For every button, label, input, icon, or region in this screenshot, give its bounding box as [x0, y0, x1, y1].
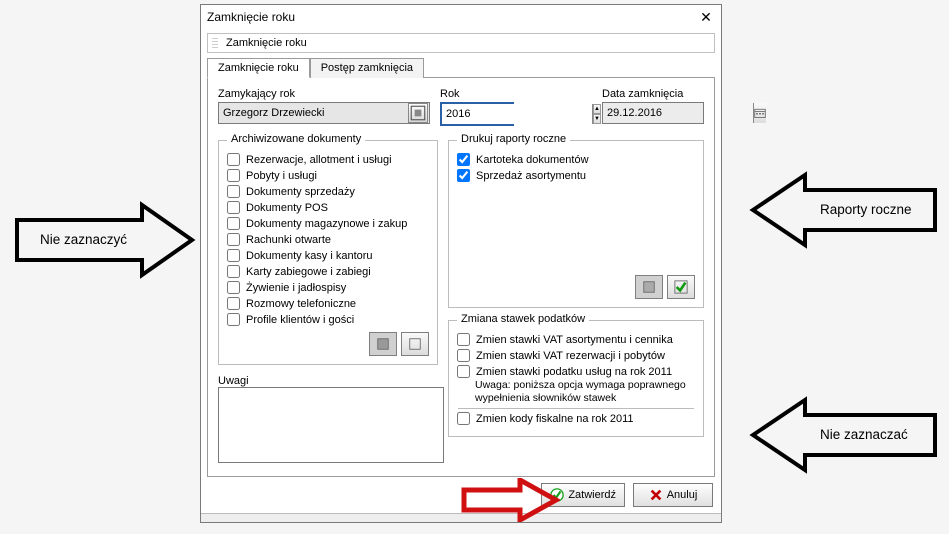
callout-right-bottom: Nie zaznaczać	[745, 395, 940, 475]
group-stawki: Zmiana stawek podatków Zmien stawki VAT …	[448, 320, 704, 437]
report-checkbox-0[interactable]: Kartoteka dokumentów	[457, 153, 695, 166]
group-archiwizowane-legend: Archiwizowane dokumenty	[227, 133, 365, 145]
tab-panel: Zamykający rok Rok ▲ ▼	[207, 77, 715, 477]
user-label: Zamykający rok	[218, 88, 430, 100]
group-raporty-legend: Drukuj raporty roczne	[457, 133, 570, 145]
pointer-arrow-zatwierdz	[460, 478, 560, 525]
callout-right-top-label: Raporty roczne	[820, 202, 912, 217]
window-title: Zamknięcie roku	[207, 10, 295, 24]
year-label: Rok	[440, 88, 514, 100]
separator	[458, 408, 694, 409]
date-label: Data zamknięcia	[602, 88, 704, 100]
tabs-container: Zamknięcie roku Postęp zamknięcia Zamyka…	[207, 57, 715, 477]
tab-zamkniecie-roku[interactable]: Zamknięcie roku	[207, 58, 310, 78]
group-raporty: Drukuj raporty roczne Kartoteka dokument…	[448, 140, 704, 308]
arch-checkbox-6[interactable]: Dokumenty kasy i kantoru	[227, 249, 429, 262]
group-archiwizowane: Archiwizowane dokumenty Rezerwacje, allo…	[218, 140, 438, 365]
arch-checkbox-1[interactable]: Pobyty i usługi	[227, 169, 429, 182]
cancel-icon	[649, 488, 663, 502]
callout-left-label: Nie zaznaczyć	[40, 232, 127, 247]
user-picker-button[interactable]	[408, 103, 428, 123]
dialog-window: Zamknięcie roku ✕ Zamknięcie roku Zamkni…	[200, 4, 722, 523]
uwagi-label: Uwagi	[218, 375, 438, 387]
user-combo[interactable]	[218, 102, 430, 124]
tab-postep-zamkniecia[interactable]: Postęp zamknięcia	[310, 58, 424, 78]
reports-select-all-button[interactable]	[667, 275, 695, 299]
arch-checkbox-9[interactable]: Rozmowy telefoniczne	[227, 297, 429, 310]
date-input[interactable]	[603, 103, 753, 123]
close-icon[interactable]: ✕	[697, 9, 715, 26]
arch-checkbox-3[interactable]: Dokumenty POS	[227, 201, 429, 214]
callout-right-top: Raporty roczne	[745, 170, 940, 250]
stawki-note: Uwaga: poniższa opcja wymaga poprawnego …	[457, 379, 695, 404]
year-up-button[interactable]: ▲	[593, 104, 601, 114]
toolbar-title: Zamknięcie roku	[207, 33, 715, 53]
year-input[interactable]	[442, 104, 592, 124]
chk-kody-fiskalne[interactable]: Zmien kody fiskalne na rok 2011	[457, 412, 695, 425]
arch-select-all-button[interactable]	[369, 332, 397, 356]
group-stawki-legend: Zmiana stawek podatków	[457, 313, 589, 325]
user-input[interactable]	[219, 105, 407, 121]
arch-checkbox-0[interactable]: Rezerwacje, allotment i usługi	[227, 153, 429, 166]
arch-clear-all-button[interactable]	[401, 332, 429, 356]
chk-vat-rezerwacje[interactable]: Zmien stawki VAT rezerwacji i pobytów	[457, 349, 695, 362]
uwagi-textarea[interactable]	[218, 387, 444, 463]
title-bar: Zamknięcie roku ✕	[201, 5, 721, 29]
arch-checkbox-4[interactable]: Dokumenty magazynowe i zakup	[227, 217, 429, 230]
callout-left: Nie zaznaczyć	[12, 200, 197, 280]
chk-podatek-uslug[interactable]: Zmien stawki podatku usług na rok 2011	[457, 365, 695, 378]
calendar-icon[interactable]	[753, 103, 766, 123]
arch-checkbox-5[interactable]: Rachunki otwarte	[227, 233, 429, 246]
report-checkbox-1[interactable]: Sprzedaż asortymentu	[457, 169, 695, 182]
date-field[interactable]	[602, 102, 704, 124]
arch-checkbox-7[interactable]: Karty zabiegowe i zabiegi	[227, 265, 429, 278]
chk-vat-asortyment[interactable]: Zmien stawki VAT asortymentu i cennika	[457, 333, 695, 346]
reports-clear-all-button[interactable]	[635, 275, 663, 299]
arch-checkbox-2[interactable]: Dokumenty sprzedaży	[227, 185, 429, 198]
arch-checkbox-10[interactable]: Profile klientów i gości	[227, 313, 429, 326]
anuluj-button[interactable]: Anuluj	[633, 483, 713, 507]
arch-checkbox-8[interactable]: Żywienie i jadłospisy	[227, 281, 429, 294]
year-spinner[interactable]: ▲ ▼	[440, 102, 514, 126]
year-down-button[interactable]: ▼	[593, 114, 601, 124]
callout-right-bottom-label: Nie zaznaczać	[820, 427, 908, 442]
